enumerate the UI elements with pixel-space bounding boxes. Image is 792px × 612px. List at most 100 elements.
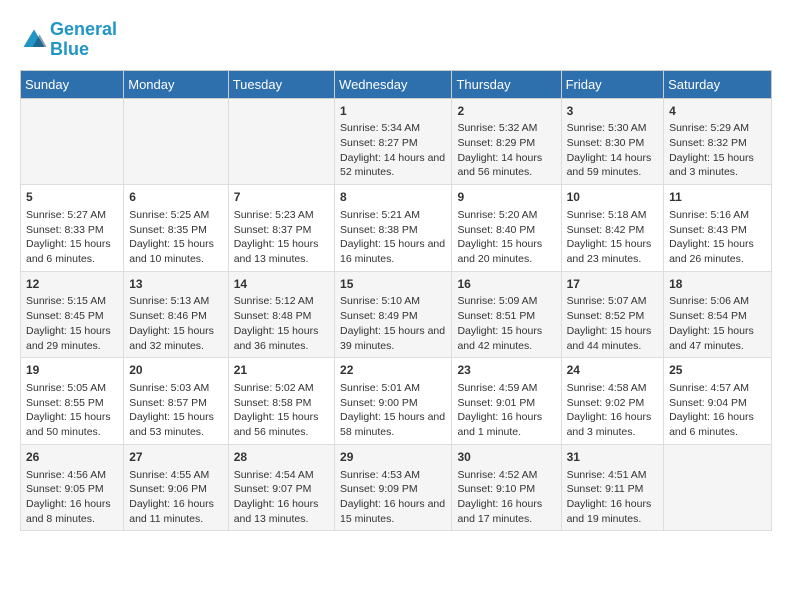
day-info: Sunrise: 5:21 AM Sunset: 8:38 PM Dayligh… — [340, 208, 446, 267]
day-number: 9 — [457, 189, 555, 206]
calendar-cell: 7Sunrise: 5:23 AM Sunset: 8:37 PM Daylig… — [228, 185, 334, 272]
day-info: Sunrise: 5:18 AM Sunset: 8:42 PM Dayligh… — [567, 208, 659, 267]
calendar-week-row: 26 Sunrise: 4:56 AM Sunset: 9:05 PM Dayli… — [21, 444, 772, 531]
calendar-week-row: 5 Sunrise: 5:27 AM Sunset: 8:33 PM Daylig… — [21, 185, 772, 272]
day-info: Sunrise: 5:02 AM Sunset: 8:58 PM Dayligh… — [234, 381, 329, 440]
calendar-cell: 20 Sunrise: 5:03 AM Sunset: 8:57 PM Dayli… — [124, 358, 228, 445]
day-number: 22 — [340, 362, 446, 379]
day-info: Sunrise: 5:09 AM Sunset: 8:51 PM Dayligh… — [457, 294, 555, 353]
day-number: 19 — [26, 362, 118, 379]
calendar-cell: 23 Sunrise: 4:59 AM Sunset: 9:01 PM Dayli… — [452, 358, 561, 445]
day-info: Sunrise: 5:29 AM Sunset: 8:32 PM Dayligh… — [669, 121, 766, 180]
calendar-cell: 12Sunrise: 5:15 AM Sunset: 8:45 PM Dayli… — [21, 271, 124, 358]
day-info: Sunrise: 4:57 AM Sunset: 9:04 PM Dayligh… — [669, 381, 766, 440]
calendar-cell: 15Sunrise: 5:10 AM Sunset: 8:49 PM Dayli… — [335, 271, 452, 358]
day-number: 12 — [26, 276, 118, 293]
day-info: Sunrise: 5:15 AM Sunset: 8:45 PM Dayligh… — [26, 294, 118, 353]
day-info: Sunrise: 5:30 AM Sunset: 8:30 PM Dayligh… — [567, 121, 659, 180]
logo: General Blue — [20, 20, 117, 60]
day-number: 24 — [567, 362, 659, 379]
day-info: Sunrise: 5:01 AM Sunset: 9:00 PM Dayligh… — [340, 381, 446, 440]
day-info: Sunrise: 5:34 AM Sunset: 8:27 PM Dayligh… — [340, 121, 446, 180]
day-number: 15 — [340, 276, 446, 293]
weekday-header-row: SundayMondayTuesdayWednesdayThursdayFrid… — [21, 70, 772, 98]
day-info: Sunrise: 5:10 AM Sunset: 8:49 PM Dayligh… — [340, 294, 446, 353]
calendar-cell: 8Sunrise: 5:21 AM Sunset: 8:38 PM Daylig… — [335, 185, 452, 272]
day-info: Sunrise: 5:03 AM Sunset: 8:57 PM Dayligh… — [129, 381, 222, 440]
calendar-week-row: 12Sunrise: 5:15 AM Sunset: 8:45 PM Dayli… — [21, 271, 772, 358]
calendar-cell: 1Sunrise: 5:34 AM Sunset: 8:27 PM Daylig… — [335, 98, 452, 185]
calendar-cell — [664, 444, 772, 531]
day-number: 2 — [457, 103, 555, 120]
calendar-cell: 9Sunrise: 5:20 AM Sunset: 8:40 PM Daylig… — [452, 185, 561, 272]
day-number: 14 — [234, 276, 329, 293]
day-number: 18 — [669, 276, 766, 293]
day-number: 7 — [234, 189, 329, 206]
calendar-week-row: 1Sunrise: 5:34 AM Sunset: 8:27 PM Daylig… — [21, 98, 772, 185]
day-info: Sunrise: 4:51 AM Sunset: 9:11 PM Dayligh… — [567, 468, 659, 527]
day-info: Sunrise: 5:06 AM Sunset: 8:54 PM Dayligh… — [669, 294, 766, 353]
day-number: 5 — [26, 189, 118, 206]
day-number: 10 — [567, 189, 659, 206]
weekday-header-thursday: Thursday — [452, 70, 561, 98]
day-info: Sunrise: 4:56 AM Sunset: 9:05 PM Dayligh… — [26, 468, 118, 527]
calendar-cell: 30 Sunrise: 4:52 AM Sunset: 9:10 PM Dayli… — [452, 444, 561, 531]
calendar-cell: 25 Sunrise: 4:57 AM Sunset: 9:04 PM Dayli… — [664, 358, 772, 445]
calendar-cell: 19 Sunrise: 5:05 AM Sunset: 8:55 PM Dayli… — [21, 358, 124, 445]
day-number: 20 — [129, 362, 222, 379]
day-number: 6 — [129, 189, 222, 206]
calendar-cell: 14Sunrise: 5:12 AM Sunset: 8:48 PM Dayli… — [228, 271, 334, 358]
day-info: Sunrise: 5:32 AM Sunset: 8:29 PM Dayligh… — [457, 121, 555, 180]
weekday-header-sunday: Sunday — [21, 70, 124, 98]
day-number: 30 — [457, 449, 555, 466]
calendar-cell: 10 Sunrise: 5:18 AM Sunset: 8:42 PM Dayli… — [561, 185, 664, 272]
calendar-cell: 29 Sunrise: 4:53 AM Sunset: 9:09 PM Dayli… — [335, 444, 452, 531]
day-number: 13 — [129, 276, 222, 293]
day-info: Sunrise: 5:16 AM Sunset: 8:43 PM Dayligh… — [669, 208, 766, 267]
calendar-cell: 17Sunrise: 5:07 AM Sunset: 8:52 PM Dayli… — [561, 271, 664, 358]
day-info: Sunrise: 5:13 AM Sunset: 8:46 PM Dayligh… — [129, 294, 222, 353]
calendar-cell: 13Sunrise: 5:13 AM Sunset: 8:46 PM Dayli… — [124, 271, 228, 358]
calendar-cell: 24Sunrise: 4:58 AM Sunset: 9:02 PM Dayli… — [561, 358, 664, 445]
day-info: Sunrise: 5:05 AM Sunset: 8:55 PM Dayligh… — [26, 381, 118, 440]
day-info: Sunrise: 4:53 AM Sunset: 9:09 PM Dayligh… — [340, 468, 446, 527]
logo-text: General Blue — [50, 20, 117, 60]
logo-icon — [20, 26, 48, 54]
calendar-cell — [21, 98, 124, 185]
day-number: 21 — [234, 362, 329, 379]
day-number: 17 — [567, 276, 659, 293]
day-number: 23 — [457, 362, 555, 379]
calendar-cell: 4Sunrise: 5:29 AM Sunset: 8:32 PM Daylig… — [664, 98, 772, 185]
day-info: Sunrise: 5:27 AM Sunset: 8:33 PM Dayligh… — [26, 208, 118, 267]
calendar-cell: 22 Sunrise: 5:01 AM Sunset: 9:00 PM Dayli… — [335, 358, 452, 445]
day-number: 1 — [340, 103, 446, 120]
calendar-cell: 5 Sunrise: 5:27 AM Sunset: 8:33 PM Daylig… — [21, 185, 124, 272]
day-info: Sunrise: 5:07 AM Sunset: 8:52 PM Dayligh… — [567, 294, 659, 353]
weekday-header-tuesday: Tuesday — [228, 70, 334, 98]
calendar-cell: 21 Sunrise: 5:02 AM Sunset: 8:58 PM Dayli… — [228, 358, 334, 445]
day-number: 11 — [669, 189, 766, 206]
calendar-cell: 18Sunrise: 5:06 AM Sunset: 8:54 PM Dayli… — [664, 271, 772, 358]
calendar-cell: 6Sunrise: 5:25 AM Sunset: 8:35 PM Daylig… — [124, 185, 228, 272]
calendar-cell: 11 Sunrise: 5:16 AM Sunset: 8:43 PM Dayli… — [664, 185, 772, 272]
day-info: Sunrise: 4:52 AM Sunset: 9:10 PM Dayligh… — [457, 468, 555, 527]
day-number: 29 — [340, 449, 446, 466]
calendar-cell — [124, 98, 228, 185]
day-number: 31 — [567, 449, 659, 466]
calendar-cell: 16Sunrise: 5:09 AM Sunset: 8:51 PM Dayli… — [452, 271, 561, 358]
weekday-header-monday: Monday — [124, 70, 228, 98]
day-number: 25 — [669, 362, 766, 379]
weekday-header-friday: Friday — [561, 70, 664, 98]
calendar-cell: 26 Sunrise: 4:56 AM Sunset: 9:05 PM Dayli… — [21, 444, 124, 531]
day-number: 3 — [567, 103, 659, 120]
calendar-cell: 31 Sunrise: 4:51 AM Sunset: 9:11 PM Dayli… — [561, 444, 664, 531]
day-number: 26 — [26, 449, 118, 466]
calendar-cell: 27Sunrise: 4:55 AM Sunset: 9:06 PM Dayli… — [124, 444, 228, 531]
calendar-cell: 28Sunrise: 4:54 AM Sunset: 9:07 PM Dayli… — [228, 444, 334, 531]
weekday-header-wednesday: Wednesday — [335, 70, 452, 98]
day-info: Sunrise: 5:12 AM Sunset: 8:48 PM Dayligh… — [234, 294, 329, 353]
page-header: General Blue — [20, 20, 772, 60]
day-info: Sunrise: 4:54 AM Sunset: 9:07 PM Dayligh… — [234, 468, 329, 527]
calendar-table: SundayMondayTuesdayWednesdayThursdayFrid… — [20, 70, 772, 532]
day-info: Sunrise: 4:59 AM Sunset: 9:01 PM Dayligh… — [457, 381, 555, 440]
